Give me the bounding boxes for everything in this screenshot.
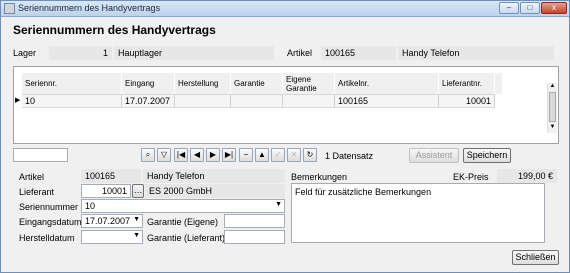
bemerkungen-textarea[interactable]: Feld für zusätzliche Bemerkungen [291, 183, 545, 243]
assistent-button[interactable]: Assistent [409, 148, 459, 163]
up-icon[interactable]: ▲ [255, 148, 269, 162]
scroll-thumb[interactable] [549, 92, 556, 122]
page-title: Seriennummern des Handyvertrags [13, 23, 216, 37]
title-bar: Seriennummern des Handyvertrags – □ x [1, 1, 569, 17]
speichern-button[interactable]: Speichern [463, 148, 511, 163]
cell-eigene-garantie[interactable] [283, 95, 335, 107]
grid-header: Seriennr. Eingang Herstellung Garantie E… [22, 73, 502, 94]
serial-grid[interactable]: Seriennr. Eingang Herstellung Garantie E… [13, 66, 559, 144]
schliessen-button[interactable]: Schließen [512, 250, 559, 265]
grid-scrollbar[interactable]: ▲ ▼ [547, 83, 557, 133]
chevron-down-icon[interactable]: ▼ [133, 231, 140, 241]
refresh-icon[interactable]: ↻ [303, 148, 317, 162]
filter-icon[interactable]: ▽ [157, 148, 171, 162]
app-icon [4, 3, 15, 14]
col-garantie[interactable]: Garantie [231, 73, 283, 94]
eingangsdatum-label: Eingangsdatum [19, 217, 82, 227]
seriennummer-value: 10 [85, 201, 96, 211]
last-icon[interactable]: ▶| [222, 148, 236, 162]
artikel-name: Handy Telefon [143, 169, 285, 183]
artikel-top-label: Artikel [287, 48, 313, 58]
close-window-button[interactable]: x [541, 2, 567, 14]
artikel-top-name: Handy Telefon [398, 46, 554, 60]
lager-label: Lager [13, 48, 37, 58]
lieferant-lookup-button[interactable]: … [132, 184, 144, 198]
maximize-button[interactable]: □ [520, 2, 540, 14]
garantie-eigene-input[interactable] [224, 214, 285, 228]
cell-artikelnr[interactable]: 100165 [335, 95, 439, 107]
cell-herstellung[interactable] [175, 95, 231, 107]
eingangsdatum-value: 17.07.2007 [85, 216, 131, 226]
row-pointer-icon: ▶ [15, 97, 21, 104]
eingangsdatum-picker[interactable]: 17.07.2007 ▼ [81, 214, 143, 228]
col-seriennr[interactable]: Seriennr. [22, 73, 122, 94]
seriennummer-select[interactable]: 10 ▼ [81, 199, 285, 213]
col-eingang[interactable]: Eingang [122, 73, 175, 94]
artikel-nr: 100165 [81, 169, 141, 183]
artikel-label: Artikel [19, 172, 45, 182]
scroll-down-icon[interactable]: ▼ [548, 124, 557, 132]
lieferant-name: ES 2000 GmbH [145, 184, 285, 198]
first-icon[interactable]: |◀ [174, 148, 188, 162]
lieferant-nr-input[interactable]: 10001 [81, 184, 131, 198]
next-icon[interactable]: ▶ [206, 148, 220, 162]
cell-garantie[interactable] [231, 95, 283, 107]
chevron-down-icon[interactable]: ▼ [133, 215, 140, 225]
garantie-lieferant-label: Garantie (Lieferant) [147, 233, 226, 243]
cell-seriennr[interactable]: 10 [22, 95, 122, 107]
ekpreis-label: EK-Preis [453, 172, 489, 182]
herstelldatum-label: Herstelldatum [19, 233, 75, 243]
col-artikelnr[interactable]: Artikelnr. [335, 73, 439, 94]
bemerkungen-label: Bemerkungen [291, 172, 348, 182]
lager-name: Hauptlager [114, 46, 274, 60]
prev-icon[interactable]: ◀ [190, 148, 204, 162]
artikel-top-nr: 100165 [321, 46, 396, 60]
minimize-button[interactable]: – [499, 2, 519, 14]
binoculars-icon[interactable]: ⌕ [141, 148, 155, 162]
search-input[interactable] [13, 148, 68, 162]
record-count: 1 Datensatz [325, 151, 374, 161]
col-eigene-garantie[interactable]: Eigene Garantie [283, 73, 335, 94]
check-icon[interactable]: ✓ [271, 148, 285, 162]
garantie-eigene-label: Garantie (Eigene) [147, 217, 219, 227]
scroll-up-icon[interactable]: ▲ [548, 83, 557, 91]
lager-nr: 1 [49, 46, 112, 60]
dialog-window: Seriennummern des Handyvertrags – □ x Se… [0, 0, 570, 273]
seriennummer-label: Seriennummer [19, 202, 79, 212]
minus-icon[interactable]: − [239, 148, 253, 162]
cancel-icon[interactable]: ✕ [287, 148, 301, 162]
cell-eingang[interactable]: 17.07.2007 [122, 95, 175, 107]
chevron-down-icon[interactable]: ▼ [275, 200, 282, 210]
ekpreis-value: 199,00 € [497, 169, 557, 183]
col-lieferantnr[interactable]: Lieferantnr. [439, 73, 495, 94]
herstelldatum-picker[interactable]: ▼ [81, 230, 143, 244]
window-title: Seriennummern des Handyvertrags [18, 3, 161, 13]
cell-lieferantnr[interactable]: 10001 [439, 95, 495, 107]
lieferant-label: Lieferant [19, 187, 55, 197]
garantie-lieferant-input[interactable] [224, 230, 285, 244]
col-herstellung[interactable]: Herstellung [175, 73, 231, 94]
table-row[interactable]: 10 17.07.2007 100165 10001 [22, 94, 495, 108]
